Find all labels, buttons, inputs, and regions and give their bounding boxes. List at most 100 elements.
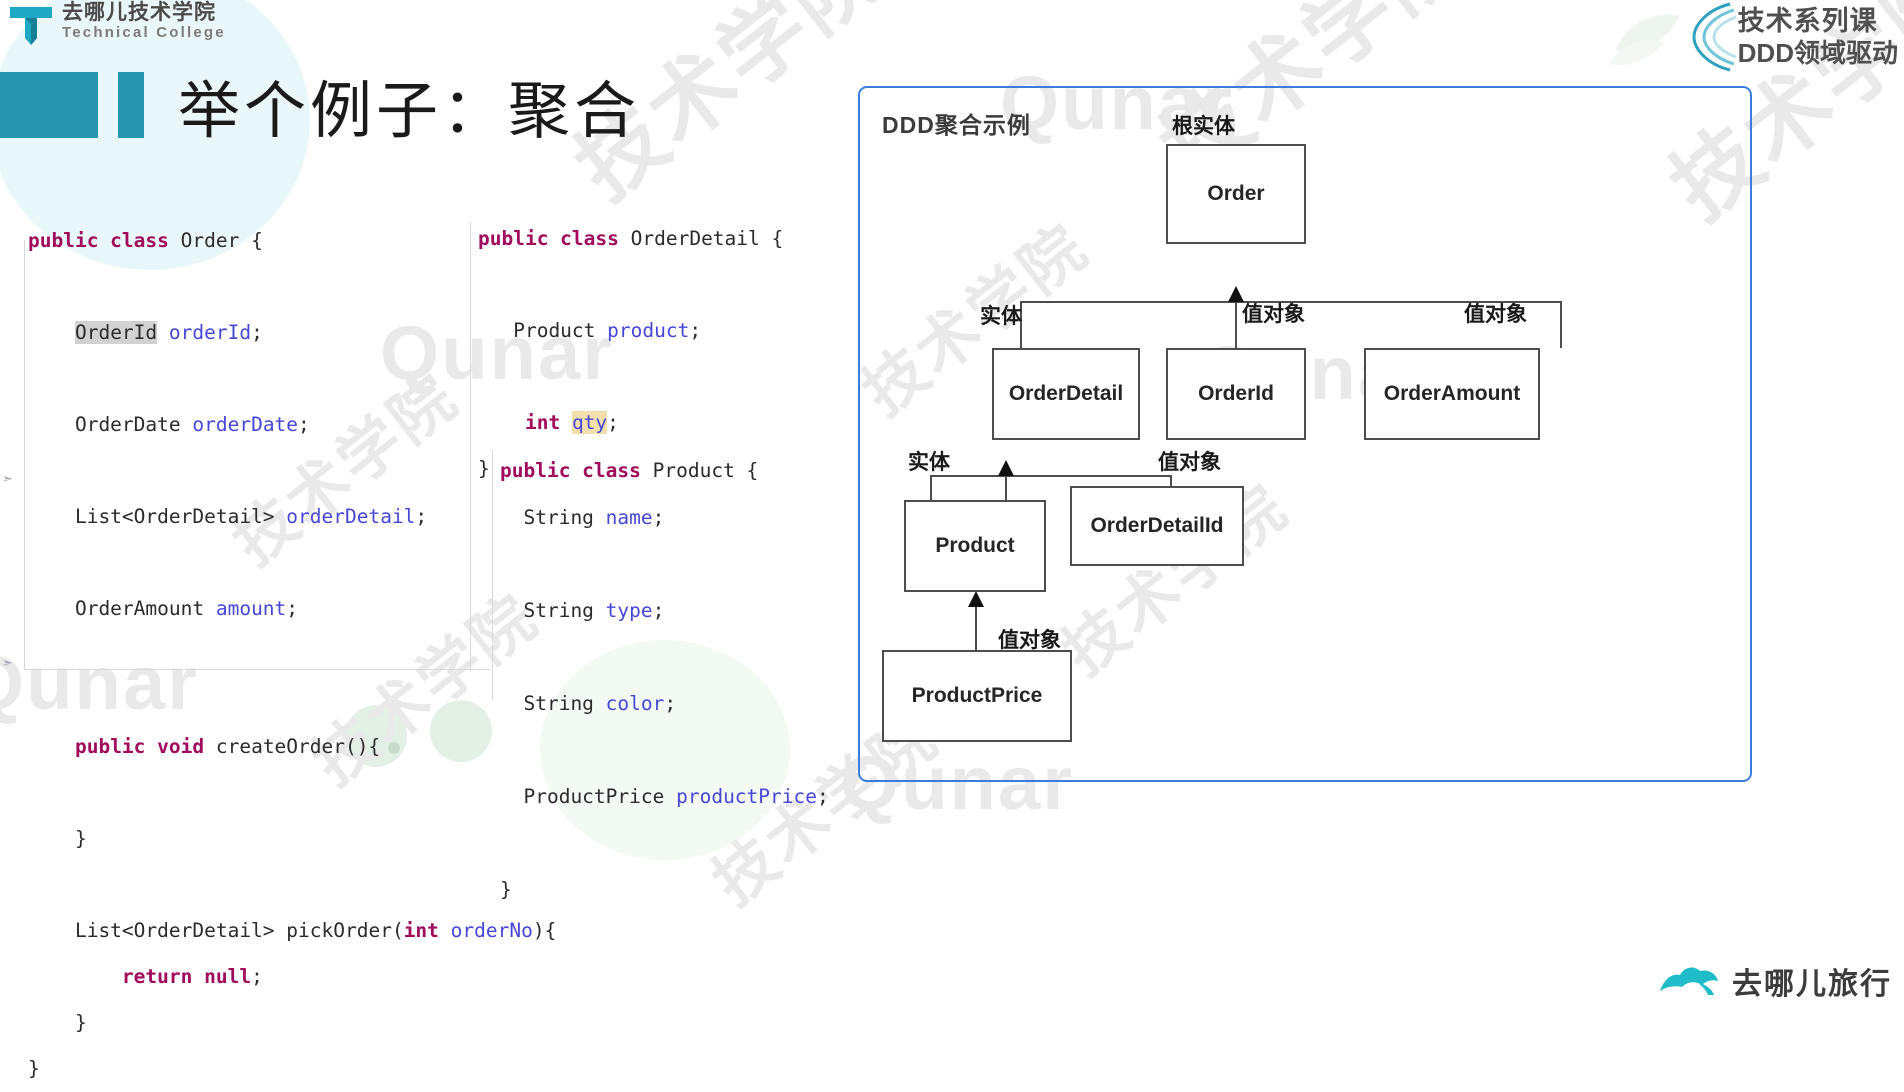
footer-brand: 去哪儿旅行 bbox=[1656, 959, 1892, 1003]
code-token: } bbox=[478, 457, 490, 480]
code-token: ; bbox=[664, 691, 677, 715]
code-token: orderId bbox=[168, 321, 252, 344]
node-orderdetail[interactable]: OrderDetail bbox=[992, 348, 1140, 440]
code-line: OrderAmount amount; bbox=[28, 586, 556, 632]
code-token: String bbox=[500, 505, 606, 529]
code-token: String bbox=[500, 691, 606, 715]
tag-entity-1: 实体 bbox=[980, 305, 1022, 328]
node-orderdetailid[interactable]: OrderDetailId bbox=[1070, 486, 1244, 566]
code-token: } bbox=[28, 1011, 87, 1034]
page-title: 举个例子：聚合 bbox=[178, 74, 641, 147]
code-token: OrderDetail { bbox=[630, 227, 784, 250]
node-product[interactable]: Product bbox=[904, 500, 1046, 592]
code-token: ; bbox=[298, 413, 310, 436]
code-token: ; bbox=[817, 784, 829, 808]
code-token: ; bbox=[415, 505, 428, 528]
code-line: int qty; bbox=[478, 400, 783, 446]
tag-value-obj-1: 值对象 bbox=[1242, 303, 1305, 326]
connector-drop-orderid bbox=[1235, 301, 1237, 348]
code-token: orderDetail bbox=[286, 505, 416, 528]
code-line: return null; bbox=[28, 954, 556, 1000]
code-line: ProductPrice productPrice; bbox=[500, 774, 829, 821]
code-line: String name; bbox=[500, 495, 829, 542]
title-bar-large bbox=[0, 72, 98, 138]
title-bar-small bbox=[118, 72, 144, 138]
code-token: public class bbox=[28, 229, 181, 252]
code-fold-arrow-icon[interactable]: ➣ bbox=[2, 472, 13, 487]
code-token: Order { bbox=[180, 229, 263, 252]
code-token: color bbox=[605, 691, 665, 715]
ddd-aggregate-diagram: DDD聚合示例 根实体 实体 值对象 值对象 实体 值对象 值对象 Order … bbox=[858, 86, 1752, 782]
code-token: } bbox=[500, 877, 512, 901]
code-block-product: public class Product { String name; Stri… bbox=[500, 448, 829, 913]
code-line: } bbox=[28, 816, 556, 862]
brand-line-1: 技术系列课 bbox=[1737, 5, 1878, 36]
code-line: List<OrderDetail> orderDetail; bbox=[28, 494, 556, 540]
tag-entity-2: 实体 bbox=[908, 451, 950, 474]
qunar-t-mark-icon bbox=[8, 4, 54, 48]
node-productprice[interactable]: ProductPrice bbox=[882, 650, 1072, 742]
code-token: name bbox=[605, 505, 653, 529]
code-token: orderDate bbox=[192, 413, 299, 436]
code-token: Product bbox=[478, 319, 608, 342]
code-token: ; bbox=[251, 321, 263, 344]
code-fold-arrow-icon[interactable]: ➣ bbox=[2, 656, 13, 671]
code-line: public class Product { bbox=[500, 448, 829, 495]
code-line: String type; bbox=[500, 588, 829, 635]
camel-icon bbox=[1656, 961, 1722, 1001]
code-token: ; bbox=[607, 411, 619, 434]
arrow-to-orderdetail-icon bbox=[998, 460, 1014, 476]
code-token: public class bbox=[478, 227, 631, 250]
tag-value-obj-4: 值对象 bbox=[998, 629, 1061, 652]
code-token: createOrder(){ bbox=[215, 735, 381, 758]
code-token: product bbox=[607, 319, 690, 342]
logo-title-en: Technical College bbox=[62, 24, 226, 42]
code-token: List<OrderDetail> pickOrder( bbox=[28, 919, 404, 942]
diagram-title: DDD聚合示例 bbox=[882, 112, 1031, 138]
code-token: return null bbox=[121, 965, 252, 988]
code-token: ; bbox=[689, 319, 702, 342]
code-line: public class OrderDetail { bbox=[478, 216, 783, 262]
connector-drop-orderamount bbox=[1560, 301, 1562, 348]
connector-product-stem bbox=[975, 606, 977, 656]
code-token: ; bbox=[286, 597, 299, 620]
code-line: } bbox=[28, 1046, 556, 1092]
node-orderid[interactable]: OrderId bbox=[1166, 348, 1306, 440]
code-token: ProductPrice bbox=[500, 784, 677, 808]
course-brand: 技术系列课 DDD领域驱动 bbox=[1684, 0, 1898, 74]
code-line: String color; bbox=[500, 681, 829, 728]
brand-line-2: DDD领域驱动 bbox=[1737, 37, 1898, 68]
code-token: String bbox=[500, 598, 606, 622]
code-line: public void createOrder(){ bbox=[28, 724, 556, 770]
logo-title-cn: 去哪儿技术学院 bbox=[62, 1, 216, 24]
node-orderamount[interactable]: OrderAmount bbox=[1364, 348, 1540, 440]
connector-bus-row3 bbox=[930, 475, 1170, 477]
code-token: OrderId bbox=[74, 321, 158, 344]
node-order[interactable]: Order bbox=[1166, 144, 1306, 244]
code-token: } bbox=[28, 827, 87, 850]
code-token: List<OrderDetail> bbox=[28, 505, 287, 528]
code-token: amount bbox=[215, 597, 287, 620]
slide-title-row: 举个例子：聚合 bbox=[0, 72, 640, 147]
arrow-to-product-icon bbox=[968, 591, 984, 607]
code-token: type bbox=[605, 598, 653, 622]
concentric-arcs-icon bbox=[1684, 0, 1737, 74]
code-line: List<OrderDetail> pickOrder(int orderNo)… bbox=[28, 908, 556, 954]
tag-value-obj-2: 值对象 bbox=[1464, 303, 1527, 326]
code-token: int bbox=[524, 411, 572, 434]
code-line: Product product; bbox=[478, 308, 783, 354]
code-token: Product { bbox=[652, 459, 759, 482]
code-token: productPrice bbox=[676, 784, 817, 808]
code-token: ; bbox=[652, 505, 665, 529]
